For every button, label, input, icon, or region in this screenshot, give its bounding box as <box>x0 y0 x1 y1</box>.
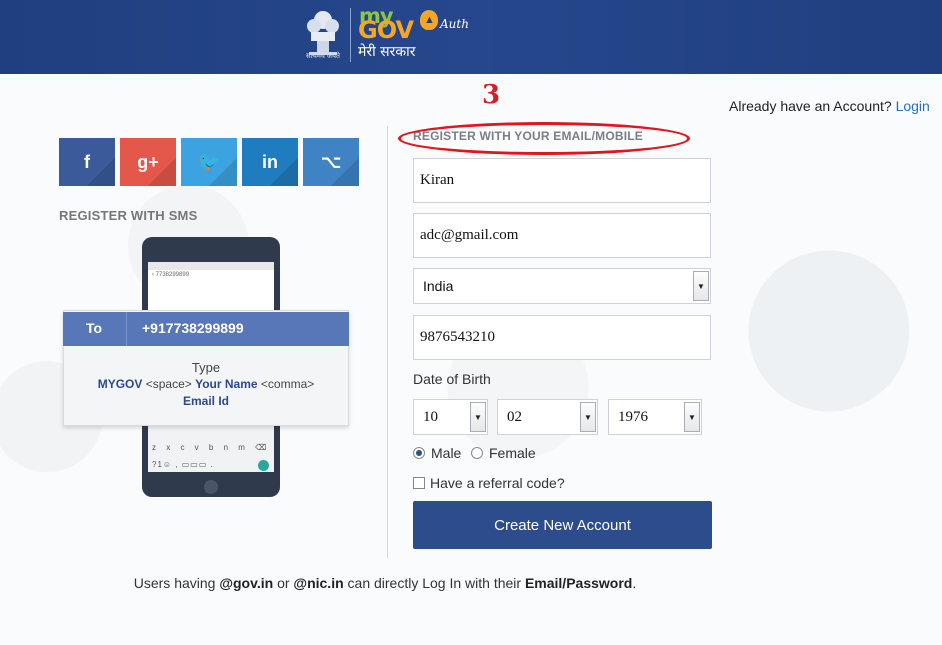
google-plus-button[interactable]: g+ <box>120 138 176 186</box>
header-divider <box>350 8 351 62</box>
dob-year-value: 1976 <box>618 408 648 425</box>
dob-month-select[interactable]: 02 ▼ <box>497 399 598 435</box>
keyboard-enter-icon <box>258 460 269 471</box>
dob-year-select[interactable]: 1976 ▼ <box>608 399 702 435</box>
logo-hindi-tagline: मेरी सरकार <box>358 44 416 60</box>
github-button[interactable]: ⌥ <box>303 138 359 186</box>
country-dropdown-arrow-icon[interactable]: ▼ <box>693 271 709 301</box>
top-header: सत्यमेव जयते my GOV ▲ Auth मेरी सरकार <box>0 0 942 74</box>
phone-status-bar <box>148 262 274 270</box>
gender-female-option[interactable]: Female <box>471 445 536 461</box>
dob-month-value: 02 <box>507 408 522 425</box>
keyboard-row-2: ?1☺ , ▭▭▭ . <box>152 460 214 469</box>
gender-female-radio[interactable] <box>471 447 483 459</box>
footer-part3: can directly Log In with their <box>343 575 525 591</box>
login-link[interactable]: Login <box>896 98 930 114</box>
twitter-button[interactable]: 🐦 <box>181 138 237 186</box>
dob-year-dropdown-arrow-icon[interactable]: ▼ <box>684 402 700 432</box>
column-divider <box>387 126 388 558</box>
sms-format-space: <space> <box>145 377 192 391</box>
logo-gov: GOV <box>358 16 414 44</box>
create-new-account-button[interactable]: Create New Account <box>413 501 712 549</box>
footer-part2: or <box>273 575 294 591</box>
dob-day-value: 10 <box>423 408 438 425</box>
sms-format-comma: <comma> <box>260 377 315 391</box>
referral-code-option[interactable]: Have a referral code? <box>413 475 565 491</box>
date-of-birth-label: Date of Birth <box>413 371 491 387</box>
sms-type-label: Type <box>191 360 221 375</box>
github-icon: ⌥ <box>320 151 342 172</box>
facebook-icon: f <box>84 151 90 172</box>
footer-gov-domain: @gov.in <box>219 575 274 591</box>
sms-format-email: Email Id <box>182 394 229 408</box>
footer-part4: . <box>632 575 637 591</box>
dob-day-dropdown-arrow-icon[interactable]: ▼ <box>470 402 486 432</box>
twitter-icon: 🐦 <box>197 151 221 172</box>
email-input[interactable]: adc@gmail.com <box>413 213 711 258</box>
google-plus-icon: g+ <box>137 151 159 172</box>
lock-icon: ▲ <box>420 10 438 30</box>
gender-male-option[interactable]: Male <box>413 445 461 461</box>
gender-female-label: Female <box>489 445 536 461</box>
annotation-step-number: 3 <box>482 80 501 110</box>
already-have-account-text: Already have an Account? <box>729 98 896 114</box>
sms-format-line: MYGOV <space> Your Name <comma> <box>63 377 349 391</box>
dob-day-select[interactable]: 10 ▼ <box>413 399 488 435</box>
gender-male-label: Male <box>431 445 462 461</box>
gender-male-radio[interactable] <box>413 447 425 459</box>
name-input[interactable]: Kiran <box>413 158 711 203</box>
footer-note: Users having @gov.in or @nic.in can dire… <box>0 575 770 591</box>
sms-to-number: +917738299899 <box>142 320 244 336</box>
footer-nic-domain: @nic.in <box>293 575 344 591</box>
annotation-ellipse <box>398 122 690 155</box>
mobile-number-input[interactable]: 9876543210 <box>413 315 711 360</box>
country-select-value: India <box>423 278 454 294</box>
sms-header-separator <box>126 312 127 346</box>
linkedin-icon: in <box>262 151 278 172</box>
country-select[interactable]: India ▼ <box>413 268 711 304</box>
facebook-button[interactable]: f <box>59 138 115 186</box>
register-with-sms-heading: REGISTER WITH SMS <box>59 208 198 223</box>
referral-code-checkbox[interactable] <box>413 477 425 489</box>
sms-format-name: Your Name <box>195 377 258 391</box>
logo-auth: Auth <box>440 17 469 31</box>
sms-format-mygov: MYGOV <box>97 377 143 391</box>
dob-month-dropdown-arrow-icon[interactable]: ▼ <box>580 402 596 432</box>
sms-to-label: To <box>86 320 103 336</box>
linkedin-button[interactable]: in <box>242 138 298 186</box>
keyboard-row-1: z x c v b n m ⌫ <box>152 443 271 452</box>
already-have-account: Already have an Account? Login <box>729 98 930 114</box>
footer-credentials: Email/Password <box>524 575 633 591</box>
referral-code-label: Have a referral code? <box>430 475 565 491</box>
phone-recipient-field: ‹ 7738299899 <box>152 272 190 278</box>
footer-part1: Users having <box>133 575 220 591</box>
phone-home-button-icon <box>204 480 218 494</box>
emblem-caption: सत्यमेव जयते <box>305 53 341 60</box>
